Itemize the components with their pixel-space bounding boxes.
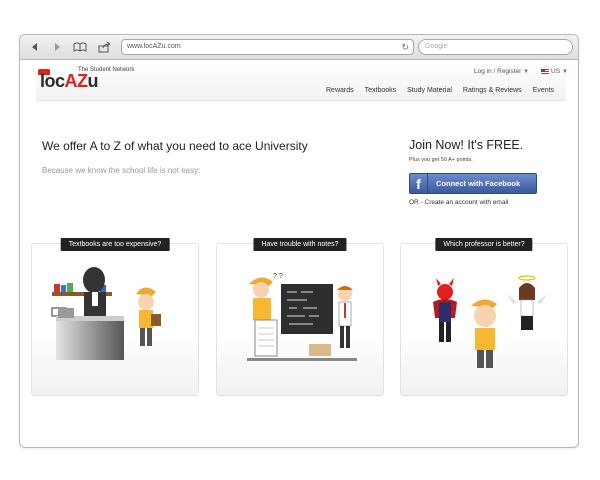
- browser-window: www.locAZu.com ↻ Google The Student Netw…: [19, 34, 579, 448]
- logo-part-2: AZ: [64, 71, 89, 91]
- card-label: Which professor is better?: [435, 238, 533, 251]
- connect-facebook-button[interactable]: f Connect with Facebook: [409, 173, 537, 194]
- bookmarks-icon[interactable]: [73, 40, 87, 54]
- reload-icon[interactable]: ↻: [401, 41, 409, 53]
- facebook-button-label: Connect with Facebook: [436, 179, 520, 188]
- chevron-down-icon: ▼: [562, 68, 568, 75]
- facebook-button-prefix: Connect with: [436, 179, 486, 188]
- browser-search-input[interactable]: Google: [418, 39, 573, 55]
- nav-item-textbooks[interactable]: Textbooks: [365, 87, 397, 94]
- us-flag-icon: [541, 69, 549, 74]
- facebook-button-brand: Facebook: [485, 179, 521, 188]
- login-register-link[interactable]: Log in / Register ▼: [474, 68, 529, 75]
- login-label: Log in / Register: [474, 68, 522, 75]
- nav-item-ratings-reviews[interactable]: Ratings & Reviews: [463, 87, 522, 94]
- language-selector[interactable]: US ▼: [541, 68, 568, 75]
- devil-angel-student-illustration: [433, 275, 547, 368]
- logo-part-1: loc: [40, 71, 65, 91]
- nav-item-study-material[interactable]: Study Material: [407, 87, 452, 94]
- card-label: Textbooks are too expensive?: [60, 238, 170, 251]
- cashier-student-illustration: [51, 267, 161, 360]
- create-account-email-link[interactable]: OR - Create an account with email: [409, 199, 508, 206]
- card-professor[interactable]: Which professor is better?: [400, 238, 568, 396]
- nav-item-rewards[interactable]: Rewards: [326, 87, 354, 94]
- url-text: www.locAZu.com: [127, 43, 181, 50]
- student-blackboard-illustration: ? ?: [247, 273, 357, 361]
- browser-toolbar: www.locAZu.com ↻ Google: [20, 35, 578, 60]
- join-subtitle: Plus you get 50 A+ points.: [409, 157, 473, 163]
- logo-part-3: u: [87, 71, 99, 91]
- card-textbooks[interactable]: Textbooks are too expensive?: [31, 238, 199, 396]
- back-icon[interactable]: [28, 40, 42, 54]
- search-placeholder: Google: [425, 43, 448, 50]
- site-header: The Student Network locAZu Log in / Regi…: [36, 61, 568, 101]
- hero-subtitle: Because we know the school life is not e…: [42, 166, 201, 175]
- main-nav: Rewards Textbooks Study Material Ratings…: [326, 87, 554, 94]
- url-input[interactable]: www.locAZu.com ↻: [121, 39, 414, 55]
- hero-title: We offer A to Z of what you need to ace …: [42, 139, 308, 153]
- join-title: Join Now! It's FREE.: [409, 138, 524, 152]
- site-logo[interactable]: locAZu: [40, 71, 98, 92]
- svg-text:? ?: ? ?: [273, 273, 283, 280]
- share-icon[interactable]: [97, 40, 111, 54]
- forward-icon[interactable]: [50, 40, 64, 54]
- facebook-icon: f: [410, 174, 428, 193]
- nav-item-events[interactable]: Events: [533, 87, 554, 94]
- card-notes[interactable]: Have trouble with notes? ? ?: [216, 238, 384, 396]
- card-label: Have trouble with notes?: [253, 238, 347, 251]
- language-label: US: [551, 68, 561, 75]
- chevron-down-icon: ▼: [523, 69, 530, 75]
